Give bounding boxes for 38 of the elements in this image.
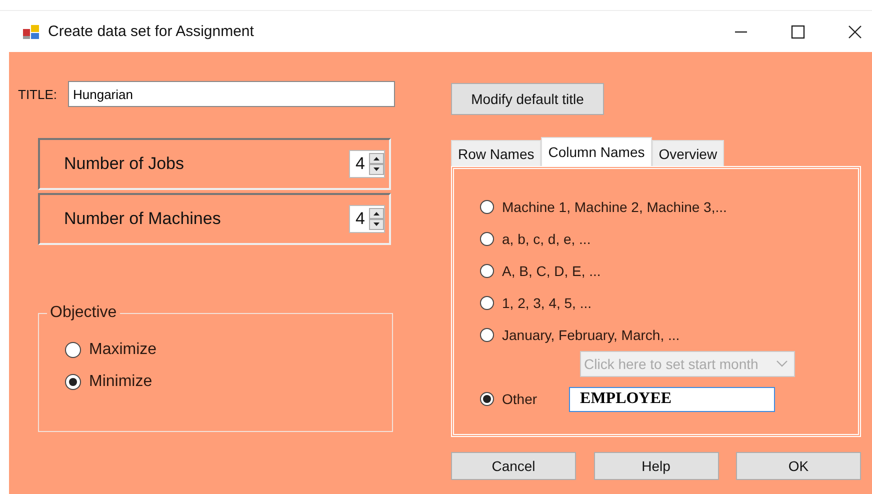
spinner-label: Number of Machines bbox=[64, 209, 222, 229]
spin-arrows-icon[interactable] bbox=[369, 208, 384, 230]
radio-label: Minimize bbox=[89, 373, 152, 391]
group-legend: Objective bbox=[47, 304, 120, 322]
dialog-button[interactable]: Cancel bbox=[451, 452, 576, 480]
radio-button[interactable] bbox=[65, 342, 81, 358]
radio-label: January, February, March, ... bbox=[502, 327, 680, 343]
radio-button[interactable] bbox=[480, 392, 494, 406]
dialog-button[interactable]: OK bbox=[736, 452, 861, 480]
radio-button[interactable] bbox=[480, 296, 494, 310]
tab[interactable]: Row Names bbox=[451, 140, 542, 166]
radio-button[interactable] bbox=[480, 232, 494, 246]
app-icon bbox=[22, 24, 40, 40]
radio-label: 1, 2, 3, 4, 5, ... bbox=[502, 295, 592, 311]
dialog-button[interactable]: Help bbox=[594, 452, 718, 480]
radio-label: Maximize bbox=[89, 341, 157, 359]
title-label: TITLE: bbox=[18, 86, 58, 102]
radio-button[interactable] bbox=[480, 264, 494, 278]
name-field[interactable]: EMPLOYEE bbox=[569, 386, 776, 412]
modify-title-button[interactable]: Modify default title bbox=[451, 83, 604, 115]
number-spinner[interactable]: 4 bbox=[348, 205, 385, 233]
radio-label: Machine 1, Machine 2, Machine 3,... bbox=[502, 199, 727, 215]
maximize-icon[interactable] bbox=[791, 24, 805, 38]
radio-label: Other bbox=[502, 391, 538, 407]
radio-label: A, B, C, D, E, ... bbox=[502, 263, 601, 279]
tab[interactable]: Column Names bbox=[541, 137, 652, 166]
radio-button[interactable] bbox=[480, 328, 494, 342]
window-title: Create data set for Assignment bbox=[48, 23, 254, 40]
close-icon[interactable] bbox=[848, 24, 862, 38]
spinner-label: Number of Jobs bbox=[64, 154, 185, 174]
radio-label: a, b, c, d, e, ... bbox=[502, 231, 591, 247]
number-spinner[interactable]: 4 bbox=[348, 150, 385, 178]
spin-arrows-icon[interactable] bbox=[369, 153, 384, 175]
tab[interactable]: Overview bbox=[652, 140, 724, 166]
radio-button[interactable] bbox=[65, 374, 81, 390]
title-field[interactable]: Hungarian bbox=[68, 81, 395, 107]
radio-button[interactable] bbox=[480, 200, 494, 214]
chevron-down-icon bbox=[776, 360, 788, 368]
